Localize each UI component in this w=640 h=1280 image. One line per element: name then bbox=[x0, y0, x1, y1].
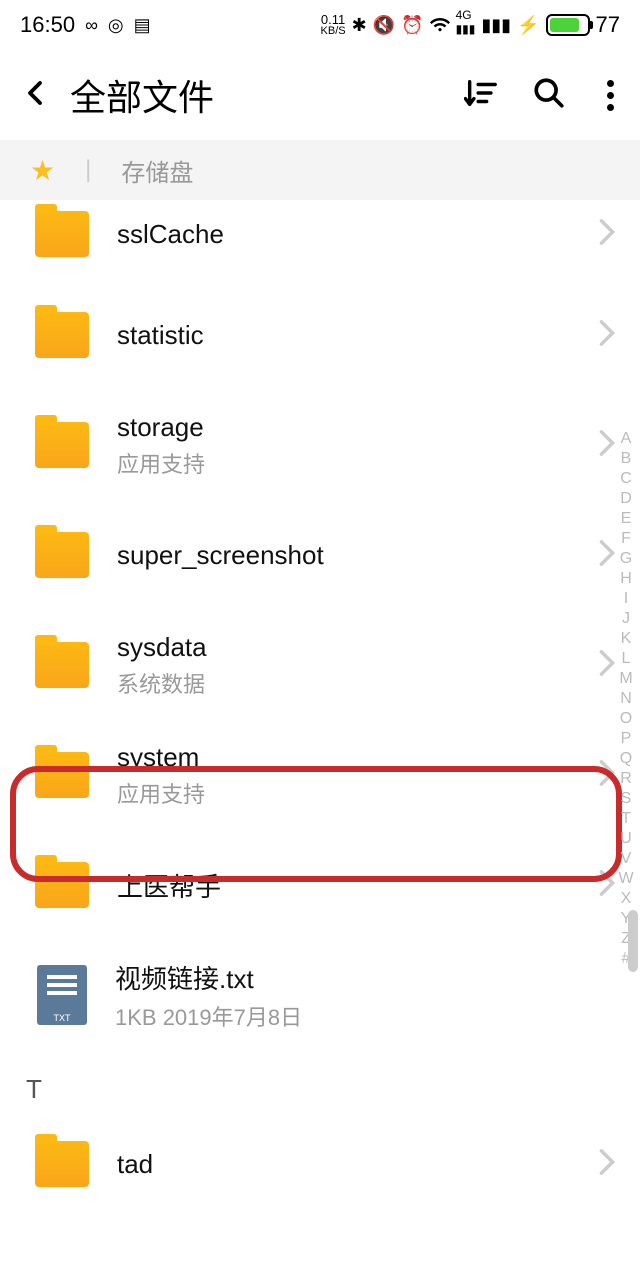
chevron-right-icon bbox=[598, 759, 616, 792]
index-letter[interactable]: P bbox=[621, 730, 632, 748]
chevron-right-icon bbox=[598, 319, 616, 352]
file-name: statistic bbox=[117, 320, 570, 351]
file-item-statistic[interactable]: statistic bbox=[0, 280, 640, 390]
txt-file-icon bbox=[37, 965, 87, 1025]
folder-icon bbox=[35, 422, 89, 468]
mute-icon: 🔇 bbox=[373, 15, 395, 36]
file-name: tad bbox=[117, 1149, 570, 1180]
file-item-tad[interactable]: tad bbox=[0, 1109, 640, 1219]
sort-button[interactable] bbox=[464, 76, 498, 115]
signal-icon: ▮▮▮ bbox=[481, 15, 511, 36]
index-letter[interactable]: A bbox=[621, 430, 632, 448]
index-letter[interactable]: E bbox=[621, 510, 632, 528]
index-letter[interactable]: V bbox=[621, 850, 632, 868]
breadcrumb-storage[interactable]: 存储盘 bbox=[121, 153, 193, 188]
charge-icon: ⚡ bbox=[517, 15, 539, 36]
file-item-system[interactable]: system 应用支持 bbox=[0, 720, 640, 830]
index-letter[interactable]: X bbox=[621, 890, 632, 908]
file-item-shangyibangzhu[interactable]: 上医帮手 bbox=[0, 830, 640, 940]
chevron-right-icon bbox=[598, 1148, 616, 1181]
index-letter[interactable]: T bbox=[621, 810, 631, 828]
signal-4g-icon: 4G▮▮▮ bbox=[456, 8, 476, 36]
chevron-right-icon bbox=[598, 218, 616, 251]
battery-pct: 77 bbox=[596, 12, 620, 38]
picture-icon: ▤ bbox=[134, 15, 151, 36]
bluetooth-icon: ✱ bbox=[352, 15, 367, 36]
page-title: 全部文件 bbox=[70, 69, 444, 121]
file-name: 视频链接.txt bbox=[115, 959, 616, 996]
file-item-sysdata[interactable]: sysdata 系统数据 bbox=[0, 610, 640, 720]
file-name: system bbox=[117, 742, 570, 773]
section-label-t: T bbox=[0, 1050, 640, 1109]
star-icon[interactable]: ★ bbox=[30, 154, 55, 187]
file-name: storage bbox=[117, 412, 570, 443]
index-letter[interactable]: N bbox=[620, 690, 632, 708]
status-left: 16:50 ∞ ◎ ▤ bbox=[20, 12, 151, 38]
back-button[interactable] bbox=[20, 75, 50, 116]
index-letter[interactable]: B bbox=[621, 450, 632, 468]
folder-icon bbox=[35, 752, 89, 798]
breadcrumb: ★ | 存储盘 bbox=[0, 140, 640, 200]
wifi-icon bbox=[430, 13, 450, 38]
file-sub: 1KB 2019年7月8日 bbox=[115, 1000, 616, 1032]
chevron-right-icon bbox=[598, 539, 616, 572]
status-bar: 16:50 ∞ ◎ ▤ 0.11 KB/S ✱ 🔇 ⏰ 4G▮▮▮ ▮▮▮ ⚡ … bbox=[0, 0, 640, 50]
index-letter[interactable]: Q bbox=[620, 750, 632, 768]
folder-icon bbox=[35, 532, 89, 578]
folder-icon bbox=[35, 211, 89, 257]
file-name: sysdata bbox=[117, 632, 570, 663]
more-button[interactable] bbox=[600, 80, 620, 111]
index-letter[interactable]: R bbox=[620, 770, 632, 788]
index-letter[interactable]: I bbox=[624, 590, 628, 608]
folder-icon bbox=[35, 862, 89, 908]
index-letter[interactable]: O bbox=[620, 710, 632, 728]
index-letter[interactable]: L bbox=[622, 650, 631, 668]
index-letter[interactable]: H bbox=[620, 570, 632, 588]
index-letter[interactable]: W bbox=[618, 870, 633, 888]
search-button[interactable] bbox=[532, 76, 566, 115]
file-name: 上医帮手 bbox=[117, 867, 570, 904]
net-speed: 0.11 KB/S bbox=[321, 13, 346, 37]
index-letter[interactable]: C bbox=[620, 470, 632, 488]
infinity-icon: ∞ bbox=[85, 15, 98, 36]
folder-icon bbox=[35, 312, 89, 358]
music-icon: ◎ bbox=[108, 15, 124, 36]
file-sub: 应用支持 bbox=[117, 777, 570, 809]
file-sub: 系统数据 bbox=[117, 667, 570, 699]
file-list: sslCache statistic storage 应用支持 super_sc… bbox=[0, 200, 640, 1219]
index-letter[interactable]: J bbox=[622, 610, 630, 628]
index-letter[interactable]: G bbox=[620, 550, 632, 568]
file-item-storage[interactable]: storage 应用支持 bbox=[0, 390, 640, 500]
index-letter[interactable]: F bbox=[621, 530, 631, 548]
file-item-video-link-txt[interactable]: 视频链接.txt 1KB 2019年7月8日 bbox=[0, 940, 640, 1050]
folder-icon bbox=[35, 642, 89, 688]
alarm-icon: ⏰ bbox=[401, 15, 423, 36]
breadcrumb-divider: | bbox=[85, 156, 91, 184]
scroll-thumb[interactable] bbox=[628, 910, 638, 972]
folder-icon bbox=[35, 1141, 89, 1187]
file-name: super_screenshot bbox=[117, 540, 570, 571]
status-time: 16:50 bbox=[20, 12, 75, 38]
battery-icon bbox=[546, 14, 590, 36]
file-item-sslcache[interactable]: sslCache bbox=[0, 200, 640, 280]
file-name: sslCache bbox=[117, 219, 570, 250]
alphabet-index[interactable]: ABCDEFGHIJKLMNOPQRSTUVWXYZ# bbox=[616, 430, 636, 968]
chevron-right-icon bbox=[598, 649, 616, 682]
index-letter[interactable]: D bbox=[620, 490, 632, 508]
chevron-right-icon bbox=[598, 429, 616, 462]
app-header: 全部文件 bbox=[0, 50, 640, 140]
chevron-right-icon bbox=[598, 869, 616, 902]
file-sub: 应用支持 bbox=[117, 447, 570, 479]
file-item-super-screenshot[interactable]: super_screenshot bbox=[0, 500, 640, 610]
index-letter[interactable]: S bbox=[621, 790, 632, 808]
index-letter[interactable]: U bbox=[620, 830, 632, 848]
index-letter[interactable]: M bbox=[619, 670, 632, 688]
status-right: 0.11 KB/S ✱ 🔇 ⏰ 4G▮▮▮ ▮▮▮ ⚡ 77 bbox=[321, 11, 620, 39]
index-letter[interactable]: K bbox=[621, 630, 632, 648]
